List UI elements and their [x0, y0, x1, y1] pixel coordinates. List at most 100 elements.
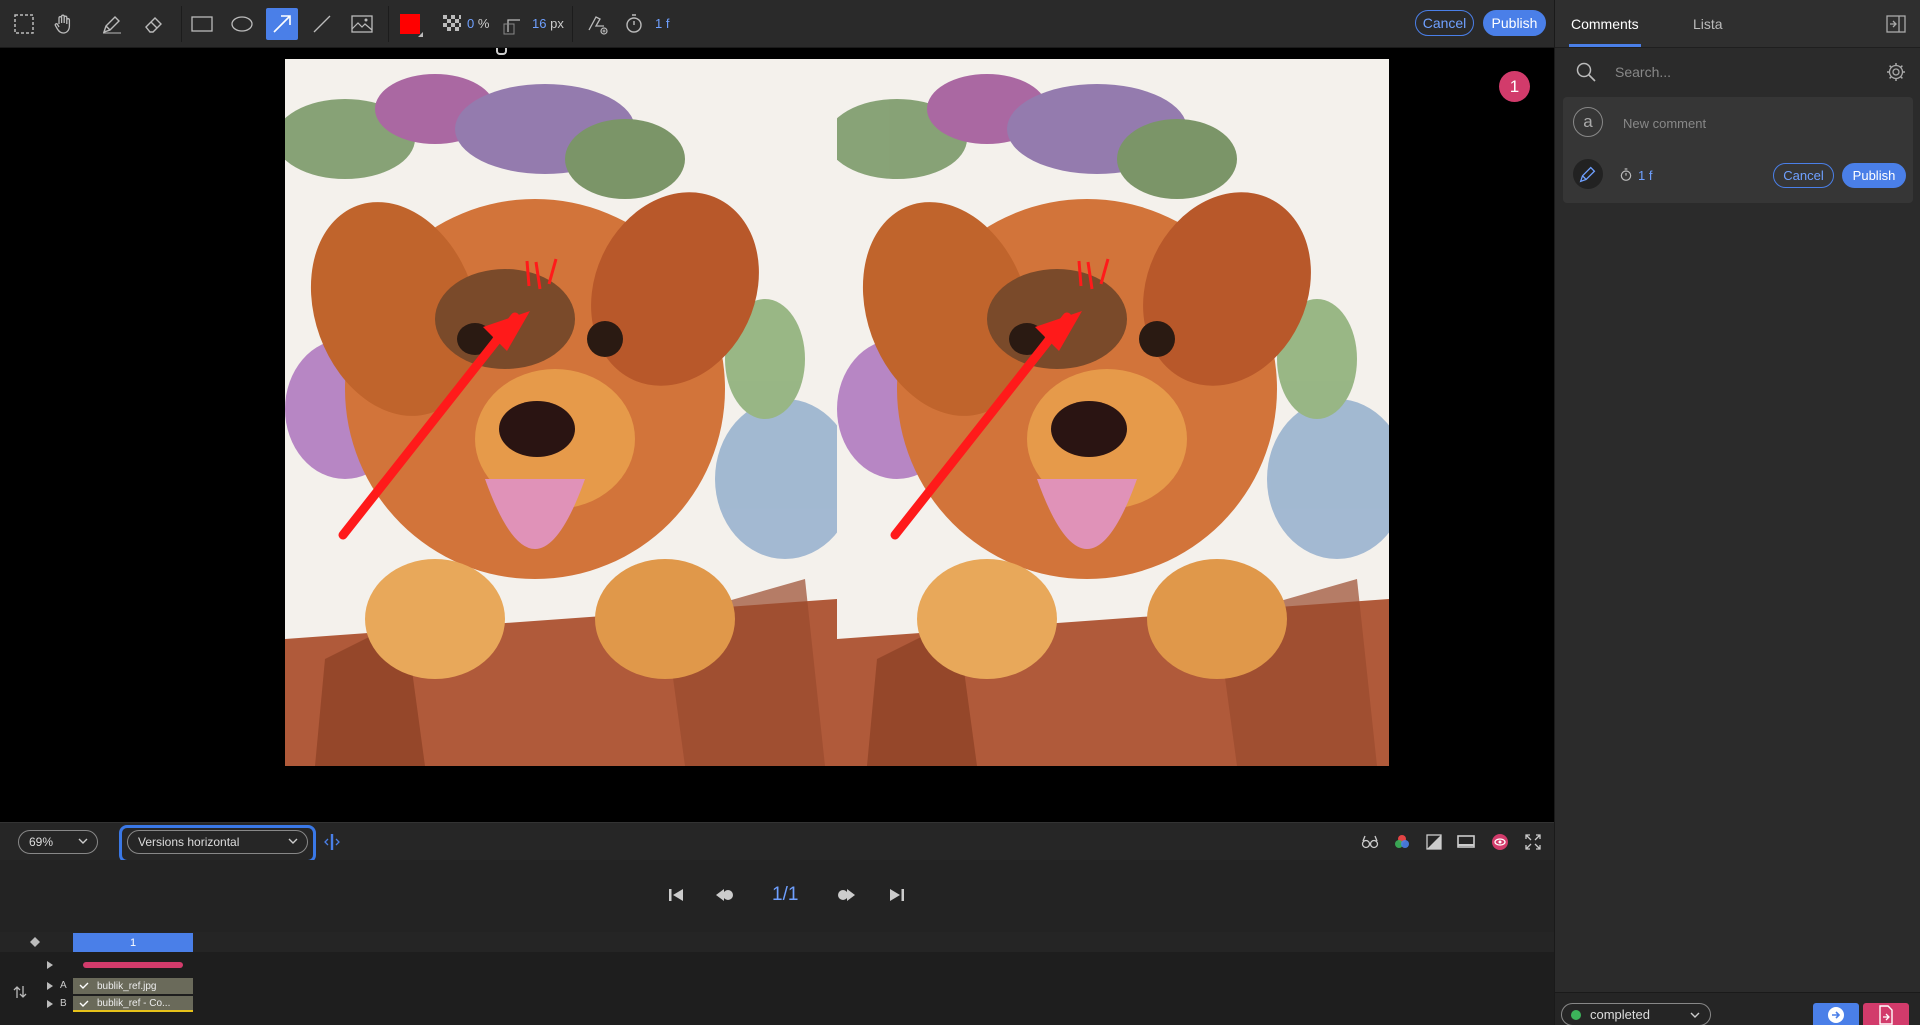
comments-panel: Comments Lista a 1 f Cancel Publish comp… — [1554, 0, 1920, 1025]
stroke-size-value[interactable]: 16 px — [532, 16, 564, 31]
track-b[interactable]: bublik_ref - Co... — [73, 996, 193, 1012]
expand-triangle-icon[interactable] — [47, 982, 53, 990]
panel-tabs: Comments Lista — [1555, 0, 1920, 48]
track-b-label: B — [60, 998, 67, 1009]
stroke-size-icon[interactable] — [496, 8, 528, 40]
annotation-toolbar: 0 % 16 px 1 f Cancel Publish — [0, 0, 1554, 48]
compare-icon[interactable] — [1360, 832, 1380, 852]
comment-marker-badge[interactable]: 1 — [1499, 71, 1530, 102]
comment-publish-button[interactable]: Publish — [1842, 163, 1906, 188]
duration-value[interactable]: 1 f — [655, 16, 669, 31]
opacity-checker-icon[interactable] — [436, 8, 468, 40]
layout-value: Versions horizontal — [138, 835, 240, 849]
expand-triangle-icon[interactable] — [47, 1000, 53, 1008]
version-a-image[interactable] — [285, 59, 837, 766]
timer-icon — [1620, 168, 1632, 181]
pen-brush-icon — [1579, 166, 1596, 183]
checkbox-checked-icon[interactable] — [79, 999, 89, 1009]
split-handle[interactable] — [496, 48, 507, 55]
zoom-value: 69% — [29, 835, 54, 849]
comment-search — [1555, 52, 1920, 92]
toolbar-divider — [572, 6, 573, 42]
version-b-image[interactable] — [837, 59, 1389, 766]
step-forward-icon[interactable] — [835, 886, 857, 904]
layout-select[interactable]: Versions horizontal — [127, 830, 308, 854]
next-item-button[interactable] — [1813, 1003, 1859, 1025]
timer-icon[interactable] — [618, 8, 650, 40]
duration-unit: f — [665, 16, 670, 31]
fullscreen-icon[interactable] — [1523, 832, 1543, 852]
timeline[interactable]: 1 A bublik_ref.jpg B bublik_ref - Co... — [0, 932, 1554, 1025]
comment-range-bar[interactable] — [83, 962, 183, 968]
chevron-down-icon — [78, 838, 88, 844]
timeline-frame-marker[interactable]: 1 — [73, 933, 193, 952]
rectangle-icon[interactable] — [186, 8, 218, 40]
toolbar-divider — [388, 6, 389, 42]
eraser-icon[interactable] — [138, 8, 170, 40]
gear-icon[interactable] — [1885, 61, 1907, 83]
toolbar-cancel-button[interactable]: Cancel — [1415, 10, 1474, 36]
arrow-right-icon — [1828, 1006, 1844, 1023]
clear-annotations-icon[interactable] — [582, 8, 614, 40]
stroke-size-unit: px — [550, 16, 564, 31]
track-a-name: bublik_ref.jpg — [97, 980, 157, 992]
opacity-unit: % — [477, 16, 490, 31]
panel-footer: completed — [1555, 992, 1920, 1025]
tab-lista[interactable]: Lista — [1693, 16, 1723, 32]
comment-duration-unit: f — [1648, 168, 1653, 183]
skip-to-end-icon[interactable] — [886, 886, 908, 904]
visibility-eye-icon[interactable] — [1490, 832, 1510, 852]
timeline-ruler[interactable]: 1 — [0, 932, 1554, 952]
color-channels-icon[interactable] — [1392, 832, 1412, 852]
toolbar-divider — [181, 6, 182, 42]
marquee-select-icon[interactable] — [8, 8, 40, 40]
swap-tracks-icon[interactable] — [12, 984, 28, 1000]
comment-duration-number: 1 — [1638, 168, 1646, 183]
status-dot — [1571, 1010, 1581, 1020]
tab-comments[interactable]: Comments — [1571, 16, 1639, 32]
image-icon[interactable] — [346, 8, 378, 40]
status-value: completed — [1590, 1007, 1650, 1022]
duration-number: 1 — [655, 16, 663, 31]
chevron-down-icon — [288, 838, 298, 844]
export-pdf-button[interactable] — [1863, 1003, 1909, 1025]
pen-brush-icon[interactable] — [96, 8, 128, 40]
comment-cancel-button[interactable]: Cancel — [1773, 163, 1834, 188]
collapse-panel-icon[interactable] — [1885, 13, 1907, 35]
new-comment-input[interactable] — [1623, 114, 1893, 132]
opacity-value[interactable]: 0 % — [467, 16, 489, 31]
track-a[interactable]: bublik_ref.jpg — [73, 978, 193, 994]
status-select[interactable]: completed — [1561, 1003, 1711, 1025]
arrow-icon[interactable] — [266, 8, 298, 40]
active-tab-indicator — [1569, 44, 1641, 47]
track-b-name: bublik_ref - Co... — [97, 997, 171, 1009]
media-viewer[interactable]: 1 — [0, 48, 1554, 822]
search-input[interactable] — [1615, 62, 1845, 82]
exposure-icon[interactable] — [1424, 832, 1444, 852]
track-a-label: A — [60, 980, 67, 991]
display-icon[interactable] — [1456, 832, 1476, 852]
document-export-icon — [1879, 1004, 1893, 1025]
toolbar-publish-button[interactable]: Publish — [1483, 10, 1546, 36]
opacity-number: 0 — [467, 16, 475, 31]
frame-counter: 1/1 — [772, 884, 799, 905]
new-comment-card: a 1 f Cancel Publish — [1563, 97, 1913, 203]
step-back-icon[interactable] — [714, 886, 736, 904]
stroke-size-number: 16 — [532, 16, 547, 31]
comment-duration[interactable]: 1 f — [1638, 168, 1652, 183]
checkbox-checked-icon[interactable] — [79, 981, 89, 991]
hand-pan-icon[interactable] — [48, 8, 80, 40]
ellipse-icon[interactable] — [226, 8, 258, 40]
keyframe-diamond-icon[interactable] — [30, 937, 40, 947]
color-swatch[interactable] — [394, 8, 426, 40]
annotation-thumbnail[interactable] — [1573, 159, 1603, 189]
line-icon[interactable] — [306, 8, 338, 40]
arrow-annotation-b — [890, 258, 1110, 540]
skip-to-start-icon[interactable] — [665, 886, 687, 904]
zoom-select[interactable]: 69% — [18, 830, 98, 854]
avatar: a — [1573, 107, 1603, 137]
arrow-annotation-a — [338, 258, 558, 540]
chevron-down-icon — [1690, 1012, 1700, 1018]
expand-triangle-icon[interactable] — [47, 961, 53, 969]
split-divider-icon[interactable] — [322, 832, 342, 852]
